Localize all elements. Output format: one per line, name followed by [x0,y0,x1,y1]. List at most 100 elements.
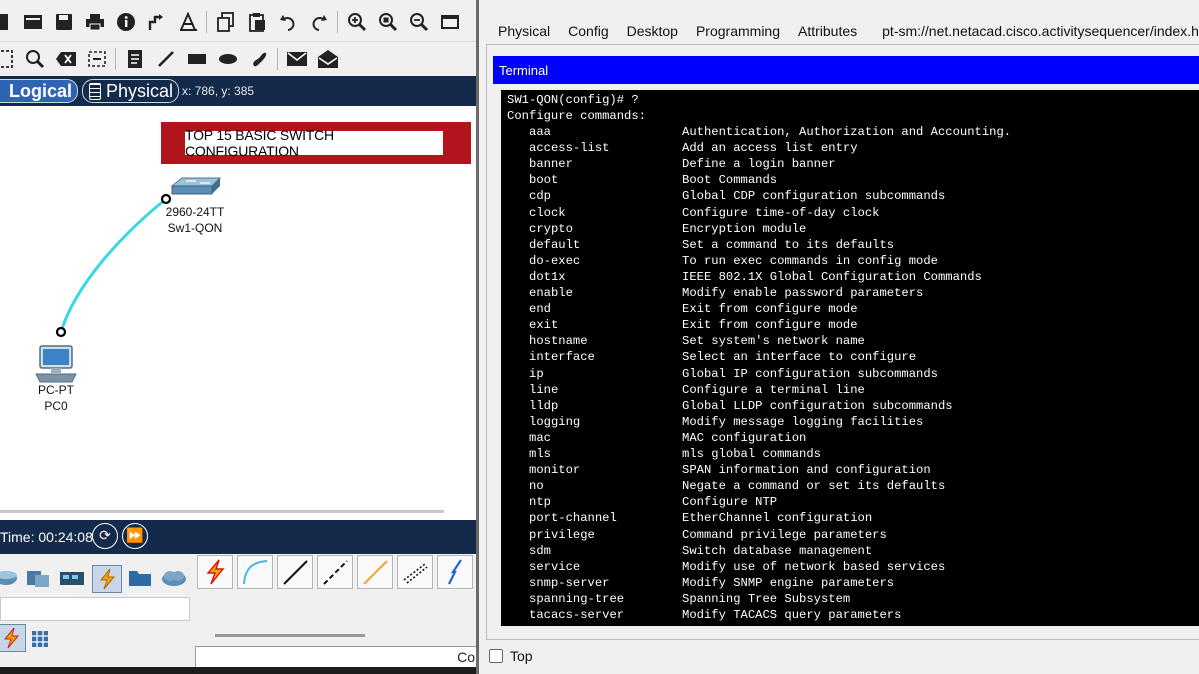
command-description: Modify use of network based services [682,559,946,574]
routers-icon[interactable] [0,565,20,591]
grid-view-icon[interactable] [26,626,54,652]
command-description: mls global commands [682,447,821,461]
note-icon[interactable] [119,44,150,74]
window-icon[interactable] [434,7,465,37]
command-name: tacacs-server [529,608,625,622]
packet-tracer-main-window: Logical Physical x: 786, y: 385 TOP 15 B… [0,0,476,674]
redo-icon[interactable] [303,7,334,37]
command-description: Define a login banner [682,157,836,172]
command-name: hostname [529,334,588,349]
zoom-out-icon[interactable] [403,7,434,37]
connections-icon[interactable] [92,565,122,593]
terminal-command-row: do-exec To run exec commands in config mo… [507,253,1197,269]
hubs-icon[interactable] [58,565,86,591]
pc-icon[interactable] [35,345,77,383]
command-description: Encryption module [682,221,807,236]
command-description: To run exec commands in config mode [682,253,938,268]
physical-tab[interactable]: Physical [82,79,179,103]
print-icon[interactable] [79,7,110,37]
tab-desktop[interactable]: Desktop [617,18,687,47]
terminal-console[interactable]: SW1-QON(config)# ? Configure commands: a… [501,90,1199,626]
cable-list-scrollbar[interactable] [215,634,365,637]
wan-emulation-icon[interactable] [160,565,188,591]
line-draw-icon[interactable] [150,44,181,74]
terminal-command-row: port-channel EtherChannel configuration [507,510,1197,526]
terminal-command-row: tacacs-server Modify TACACS query paramet… [507,607,1197,623]
ellipse-icon[interactable] [212,44,243,74]
power-cycle-button[interactable]: ⟳ [92,523,118,549]
taskbar-strip [0,667,476,674]
terminal-command-row: privilege Command privilege parameters [507,527,1197,543]
command-name: exit [529,318,559,333]
fiber-icon[interactable] [357,555,393,589]
main-toolbar [0,4,476,40]
end-devices-icon[interactable] [126,565,154,591]
text-icon[interactable] [172,7,203,37]
delete-icon[interactable] [50,44,81,74]
serial-dce-icon[interactable] [437,555,473,589]
switch-icon[interactable] [170,177,222,195]
resize-icon[interactable] [81,44,112,74]
terminal-command-row: mac MAC configuration [507,430,1197,446]
undo-icon[interactable] [272,7,303,37]
terminal-title: Terminal [499,62,549,78]
phone-cable-icon[interactable] [397,555,433,589]
top-checkbox[interactable] [489,649,503,663]
simple-pdu-icon[interactable] [281,44,312,74]
device-search-field[interactable] [0,597,190,621]
tab-physical[interactable]: Physical [489,18,559,45]
terminal-command-row: hostname Set system's network name [507,333,1197,349]
command-description: IEEE 802.1X Global Configuration Command… [682,269,982,284]
command-description: Modify TACACS query parameters [682,608,902,622]
logical-workspace[interactable]: TOP 15 BASIC SWITCH CONFIGURATION 2960-2… [0,106,476,520]
rectangle-icon[interactable] [181,44,212,74]
switch-label[interactable]: 2960-24TT Sw1-QON [160,204,230,236]
command-name: enable [529,286,573,300]
crossover-icon[interactable] [317,555,353,589]
ethernet-link[interactable] [59,197,167,333]
fast-forward-button[interactable]: ⏩ [122,523,148,549]
terminal-command-row: service Modify use of network based servi… [507,559,1197,575]
freeform-icon[interactable] [243,44,274,74]
logical-tab[interactable]: Logical [0,79,78,103]
tab-url[interactable]: pt-sm://net.netacad.cisco.activitysequen… [866,18,1199,45]
logical-tab-label: Logical [9,80,73,101]
workspace-icon[interactable] [17,7,48,37]
command-name: ntp [529,495,551,510]
terminal-command-row: enable Modify enable password parameters [507,285,1197,301]
terminal-command-row: snmp-server Modify SNMP engine parameters [507,575,1197,591]
simulation-time-bar: Time: 00:24:08 ⟳ ⏩ [0,520,476,554]
console-cable-icon[interactable] [237,555,273,589]
command-name: logging [529,414,581,429]
file-icon[interactable] [0,7,17,37]
terminal-command-row: lldp Global LLDP configuration subcommand… [507,398,1197,414]
activity-wizard-icon[interactable] [141,7,172,37]
drawing-toolbar [0,41,476,76]
zoom-reset-icon[interactable] [372,7,403,37]
select-icon[interactable] [0,44,19,74]
straight-through-icon[interactable] [277,555,313,589]
tab-programming[interactable]: Programming [687,18,789,45]
auto-connection-cable[interactable] [197,555,233,589]
info-icon[interactable] [110,7,141,37]
auto-connection-icon[interactable] [0,624,26,652]
tab-config[interactable]: Config [559,18,617,45]
workspace-horizontal-scrollbar[interactable] [0,510,444,513]
command-name: line [529,382,559,397]
switches-icon[interactable] [24,565,52,591]
zoom-in-icon[interactable] [341,7,372,37]
inspect-icon[interactable] [19,44,50,74]
paste-icon[interactable] [241,7,272,37]
command-description: Modify message logging facilities [682,414,924,429]
tab-attributes[interactable]: Attributes [789,18,866,45]
command-name: port-channel [529,511,617,526]
complex-pdu-icon[interactable] [312,44,343,74]
copy-icon[interactable] [210,7,241,37]
terminal-command-row: clock Configure time-of-day clock [507,205,1197,221]
command-description: Switch database management [682,543,873,558]
pc-label[interactable]: PC-PT PC0 [26,382,86,414]
connection-status-text: Co [457,649,475,665]
connection-status-field[interactable]: Co [195,646,476,668]
save-icon[interactable] [48,7,79,37]
fast-forward-icon: ⏩ [126,528,144,544]
